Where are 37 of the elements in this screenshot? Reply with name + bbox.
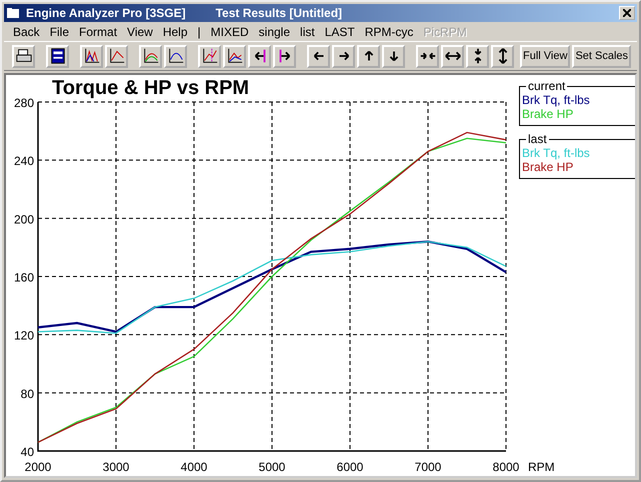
y-tick-label: 40 bbox=[20, 445, 34, 459]
x-tick-label: 8000 bbox=[492, 460, 520, 474]
legend-entry: Brake HP bbox=[522, 160, 574, 174]
y-tick-label: 200 bbox=[14, 212, 34, 226]
menu-item[interactable]: | bbox=[192, 24, 206, 38]
menu-item[interactable]: RPM-cyc bbox=[360, 24, 418, 38]
x-tick-label: 7000 bbox=[414, 460, 442, 474]
x-tick-label: 5000 bbox=[258, 460, 286, 474]
chart-title: Torque & HP vs RPM bbox=[52, 77, 250, 99]
x-axis-label: RPM bbox=[528, 460, 555, 474]
menu-item[interactable]: View bbox=[122, 24, 158, 38]
menu-item[interactable]: Help bbox=[158, 24, 193, 38]
window-title: Engine Analyzer Pro [3SGE] bbox=[26, 6, 186, 20]
legend-title: current bbox=[527, 79, 566, 93]
menu-item[interactable]: MIXED bbox=[206, 24, 254, 38]
menu-item[interactable]: Format bbox=[74, 24, 122, 38]
toolbar-button[interactable]: Full View bbox=[520, 44, 570, 68]
legend-entry: Brk Tq, ft-lbs bbox=[522, 93, 591, 107]
legend-entry: Brake HP bbox=[522, 107, 574, 121]
menu-item[interactable]: File bbox=[44, 24, 74, 38]
window-subtitle: Test Results [Untitled] bbox=[216, 6, 342, 20]
menu-item[interactable]: single bbox=[254, 24, 296, 38]
toolbar-button[interactable]: Set Scales bbox=[572, 44, 632, 68]
y-tick-label: 240 bbox=[14, 154, 34, 168]
y-tick-label: 160 bbox=[14, 270, 34, 284]
x-tick-label: 6000 bbox=[336, 460, 364, 474]
menu-item[interactable]: LAST bbox=[320, 24, 360, 38]
x-tick-label: 4000 bbox=[180, 460, 208, 474]
y-tick-label: 80 bbox=[20, 386, 34, 401]
x-tick-label: 2000 bbox=[24, 460, 52, 474]
menu-item[interactable]: list bbox=[295, 24, 320, 38]
y-tick-label: 120 bbox=[14, 328, 34, 343]
y-tick-label: 280 bbox=[14, 96, 34, 110]
x-tick-label: 3000 bbox=[102, 460, 130, 474]
legend-entry: Brk Tq, ft-lbs bbox=[522, 146, 591, 160]
menu-item[interactable]: Back bbox=[8, 24, 45, 38]
legend-title: last bbox=[527, 132, 548, 146]
